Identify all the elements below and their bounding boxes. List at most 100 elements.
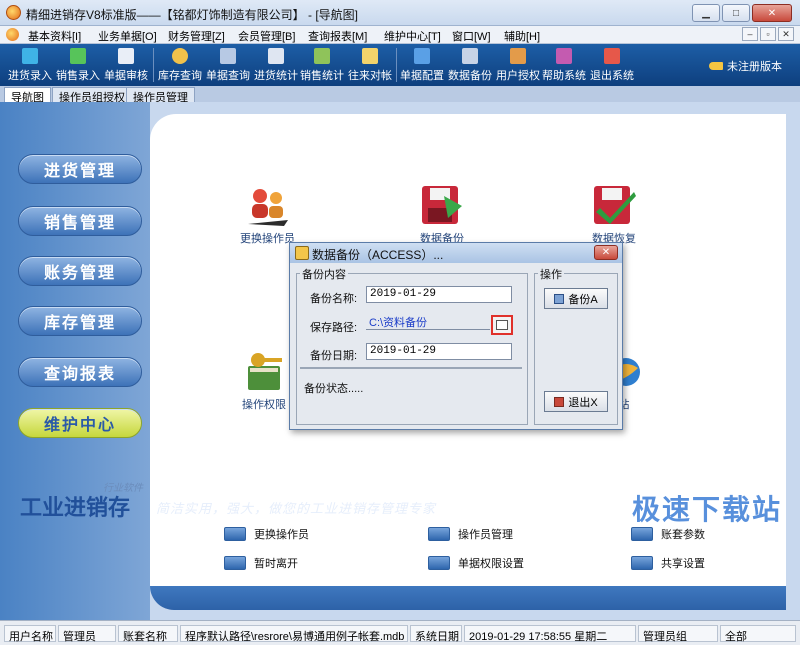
mdi-restore-button[interactable]: ▫ xyxy=(760,27,776,41)
toolbar-document-config-button[interactable]: 单据配置 xyxy=(400,46,444,84)
menu-members[interactable]: 会员管理[B] xyxy=(238,28,295,44)
toolbar-label: 单据配置 xyxy=(400,70,444,82)
backup-dialog: 数据备份（ACCESS）... ✕ 备份内容 操作 备份名称: 2019-01-… xyxy=(289,242,623,430)
toolbar: 进货录入 销售录入 单据审核 库存查询 单据查询 进货统计 销售统计 往来对帐 … xyxy=(0,44,800,86)
maximize-button[interactable]: □ xyxy=(722,4,750,22)
menu-help[interactable]: 辅助[H] xyxy=(504,28,540,44)
backup-button[interactable]: 备份A xyxy=(544,288,608,309)
nav-data-backup[interactable]: 数据备份 xyxy=(418,184,466,246)
toolbar-stock-query-button[interactable]: 库存查询 xyxy=(158,46,202,84)
status-account-value: 程序默认路径\resrore\易博通用例子帐套.mdb xyxy=(180,625,408,642)
sidebar-item-sales[interactable]: 销售管理 xyxy=(18,206,142,236)
purchase-entry-icon xyxy=(22,48,38,64)
database-icon xyxy=(295,246,309,260)
toolbar-label: 用户授权 xyxy=(496,70,540,82)
brand-logo-text: 工业进销存 xyxy=(20,495,131,521)
toolbar-label: 进货统计 xyxy=(254,70,298,82)
toolbar-exit-button[interactable]: 退出系统 xyxy=(590,46,634,84)
close-button[interactable]: ✕ xyxy=(752,4,792,22)
status-scope-value: 全部 xyxy=(720,625,796,643)
dialog-close-button[interactable]: ✕ xyxy=(594,245,618,260)
user-authorization-icon xyxy=(510,48,526,64)
toolbar-document-review-button[interactable]: 单据审核 xyxy=(104,46,148,84)
sidebar-item-maintenance[interactable]: 维护中心 xyxy=(18,408,142,438)
register-status[interactable]: 未注册版本 xyxy=(709,58,782,74)
save-path-label: 保存路径: xyxy=(310,322,358,334)
menu-bar: 基本资料[I] 业务单据[O] 财务管理[Z] 会员管理[B] 查询报表[M] … xyxy=(0,26,800,44)
menu-maintenance[interactable]: 维护中心[T] xyxy=(384,28,441,44)
toolbar-label: 库存查询 xyxy=(158,70,202,82)
register-label: 未注册版本 xyxy=(727,61,782,73)
window-icon xyxy=(631,527,653,541)
nav-data-restore[interactable]: 数据恢复 xyxy=(590,184,638,246)
tab-navigation[interactable]: 导航图 xyxy=(4,87,51,104)
menu-finance[interactable]: 财务管理[Z] xyxy=(168,28,225,44)
window-icon xyxy=(631,556,653,570)
toolbar-separator xyxy=(153,48,154,82)
toolbar-help-button[interactable]: 帮助系统 xyxy=(542,46,586,84)
link-document-permission[interactable]: 单据权限设置 xyxy=(428,555,524,571)
toolbar-document-query-button[interactable]: 单据查询 xyxy=(206,46,250,84)
sidebar-item-reports[interactable]: 查询报表 xyxy=(18,357,142,387)
minimize-button[interactable]: ▁ xyxy=(692,4,720,22)
toolbar-label: 退出系统 xyxy=(590,70,634,82)
floppy-backup-icon xyxy=(422,186,462,224)
window-icon xyxy=(428,556,450,570)
link-temporary-leave[interactable]: 暂时离开 xyxy=(224,555,298,571)
users-icon xyxy=(247,189,288,226)
tab-operator-group-rights[interactable]: 操作员组授权 xyxy=(52,87,132,104)
brand-slogan: 简洁实用，强大，做您的工业进销存管理专家 xyxy=(156,501,437,516)
sales-stats-icon xyxy=(314,48,330,64)
tab-operator-management[interactable]: 操作员管理 xyxy=(126,87,195,104)
folder-icon xyxy=(496,320,508,330)
backup-date-field[interactable]: 2019-01-29 xyxy=(366,343,512,360)
exit-door-icon xyxy=(554,396,565,407)
stock-query-icon xyxy=(172,48,188,64)
toolbar-user-authorization-button[interactable]: 用户授权 xyxy=(496,46,540,84)
purchase-stats-icon xyxy=(268,48,284,64)
toolbar-label: 帮助系统 xyxy=(542,70,586,82)
menu-business-documents[interactable]: 业务单据[O] xyxy=(98,28,157,44)
backup-name-field[interactable]: 2019-01-29 xyxy=(366,286,512,303)
exit-button[interactable]: 退出X xyxy=(544,391,608,412)
dialog-title-bar[interactable]: 数据备份（ACCESS）... ✕ xyxy=(290,243,622,263)
menu-basic-data[interactable]: 基本资料[I] xyxy=(28,28,81,44)
toolbar-sales-entry-button[interactable]: 销售录入 xyxy=(56,46,100,84)
help-book-icon xyxy=(556,48,572,64)
sidebar-item-inventory[interactable]: 库存管理 xyxy=(18,306,142,336)
document-config-icon xyxy=(414,48,430,64)
backup-name-label: 备份名称: xyxy=(310,293,358,305)
sidebar-item-accounts[interactable]: 账务管理 xyxy=(18,256,142,286)
status-user-value: 管理员 xyxy=(58,625,116,643)
toolbar-label: 销售统计 xyxy=(300,70,344,82)
toolbar-label: 销售录入 xyxy=(56,70,100,82)
link-change-operator[interactable]: 更换操作员 xyxy=(224,526,309,542)
sidebar-item-purchase[interactable]: 进货管理 xyxy=(18,154,142,184)
window-icon xyxy=(428,527,450,541)
document-query-icon xyxy=(220,48,236,64)
link-account-parameters[interactable]: 账套参数 xyxy=(631,526,705,542)
status-account-label: 账套名称 xyxy=(118,625,178,643)
nav-operator-rights[interactable]: 操作权限 xyxy=(240,350,288,412)
menu-reports[interactable]: 查询报表[M] xyxy=(308,28,367,44)
toolbar-purchase-entry-button[interactable]: 进货录入 xyxy=(8,46,52,84)
toolbar-data-backup-button[interactable]: 数据备份 xyxy=(448,46,492,84)
link-operator-management[interactable]: 操作员管理 xyxy=(428,526,513,542)
browse-folder-button[interactable] xyxy=(491,315,513,335)
operations-label: 操作 xyxy=(538,266,564,282)
toolbar-label: 单据审核 xyxy=(104,70,148,82)
mdi-minimize-button[interactable]: – xyxy=(742,27,758,41)
exit-icon xyxy=(604,48,620,64)
menu-window[interactable]: 窗口[W] xyxy=(452,28,491,44)
sales-entry-icon xyxy=(70,48,86,64)
save-path-field[interactable]: C:\资料备份 xyxy=(366,313,490,330)
nav-change-operator[interactable]: 更换操作员 xyxy=(240,184,295,246)
toolbar-reconciliation-button[interactable]: 往来对帐 xyxy=(348,46,392,84)
toolbar-sales-stats-button[interactable]: 销售统计 xyxy=(300,46,344,84)
key-icon xyxy=(709,62,723,70)
menu-app-icon[interactable] xyxy=(6,28,19,41)
link-share-settings[interactable]: 共享设置 xyxy=(631,555,705,571)
link-label: 单据权限设置 xyxy=(458,558,524,570)
toolbar-purchase-stats-button[interactable]: 进货统计 xyxy=(254,46,298,84)
mdi-close-button[interactable]: ✕ xyxy=(778,27,794,41)
